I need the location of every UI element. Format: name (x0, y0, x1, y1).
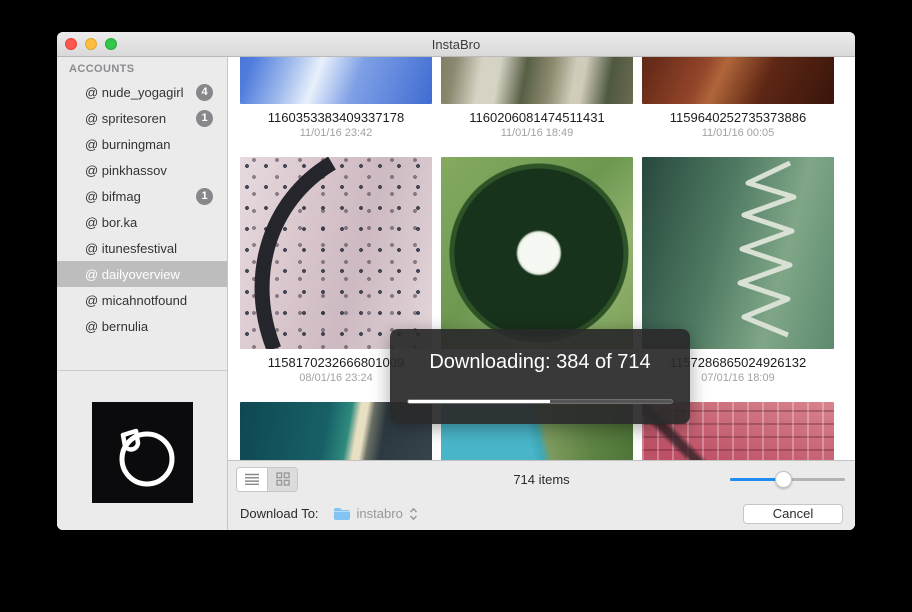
account-item[interactable]: @ spritesoren 1 (57, 105, 227, 131)
account-label: @ dailyoverview (85, 267, 180, 282)
window-title: InstaBro (57, 37, 855, 52)
download-progress-fill (408, 400, 550, 403)
toolbar: 714 items (228, 460, 855, 497)
photo-thumbnail[interactable] (240, 157, 432, 349)
photo-date: 11/01/16 23:42 (240, 126, 432, 141)
list-view-button[interactable] (237, 468, 267, 491)
photo-grid-viewport: 1160353383409337178 11/01/16 23:42 11602… (228, 57, 855, 460)
app-window: InstaBro ACCOUNTS @ nude_yogagirl 4 @ sp… (57, 32, 855, 530)
grid-view-button[interactable] (267, 468, 297, 491)
account-avatar (92, 402, 193, 503)
photo-cell: 1160353383409337178 11/01/16 23:42 (240, 57, 432, 157)
account-label: @ itunesfestival (85, 241, 177, 256)
list-view-icon (244, 473, 260, 485)
account-item[interactable]: @ micahnotfound (57, 287, 227, 313)
grid-view-icon (276, 472, 290, 486)
account-label: @ bifmag (85, 189, 141, 204)
account-label: @ bernulia (85, 319, 148, 334)
account-item[interactable]: @ itunesfestival (57, 235, 227, 261)
folder-name: instabro (357, 506, 403, 521)
account-item[interactable]: @ pinkhassov (57, 157, 227, 183)
folder-icon (333, 507, 351, 521)
photo-thumbnail[interactable] (240, 57, 432, 104)
account-label: @ nude_yogagirl (85, 85, 183, 100)
photo-thumbnail[interactable] (441, 57, 633, 104)
view-mode-segmented-control (236, 467, 298, 492)
photo-cell: 1159640252735373886 11/01/16 00:05 (642, 57, 834, 157)
road-art (240, 157, 432, 349)
account-item[interactable]: @ bifmag 1 (57, 183, 227, 209)
photo-date: 11/01/16 00:05 (642, 126, 834, 141)
photo-cell: 1160206081474511431 11/01/16 18:49 (441, 57, 633, 157)
cancel-button[interactable]: Cancel (743, 504, 843, 524)
photo-thumbnail[interactable] (642, 157, 834, 349)
download-progress-bar (407, 399, 673, 404)
photo-date: 11/01/16 18:49 (441, 126, 633, 141)
slider-thumb[interactable] (775, 471, 792, 488)
unread-badge: 4 (196, 84, 213, 101)
accounts-sidebar: ACCOUNTS @ nude_yogagirl 4 @ spritesoren… (57, 57, 228, 530)
unread-badge: 1 (196, 110, 213, 127)
account-item[interactable]: @ bernulia (57, 313, 227, 339)
photo-id: 1159640252735373886 (642, 110, 834, 126)
account-label: @ burningman (85, 137, 170, 152)
photo-id: 1160206081474511431 (441, 110, 633, 126)
account-label: @ pinkhassov (85, 163, 167, 178)
thumbnail-size-slider[interactable] (730, 471, 845, 488)
chevron-up-down-icon (409, 507, 418, 521)
download-status-text: Downloading: 384 of 714 (390, 351, 690, 374)
account-label: @ bor.ka (85, 215, 137, 230)
photo-thumbnail[interactable] (642, 57, 834, 104)
accounts-header: ACCOUNTS (57, 57, 227, 77)
account-item[interactable]: @ nude_yogagirl 4 (57, 79, 227, 105)
photo-id: 1160353383409337178 (240, 110, 432, 126)
download-folder-select[interactable]: instabro (333, 506, 418, 521)
download-to-label: Download To: (240, 506, 319, 521)
account-item[interactable]: @ bor.ka (57, 209, 227, 235)
switchback-art (642, 157, 834, 349)
bottom-bar: Download To: instabro Cancel (228, 497, 855, 530)
title-bar: InstaBro (57, 32, 855, 57)
account-item[interactable]: @ burningman (57, 131, 227, 157)
account-list: @ nude_yogagirl 4 @ spritesoren 1 @ burn… (57, 79, 227, 369)
avatar-area (57, 370, 227, 530)
account-label: @ micahnotfound (85, 293, 187, 308)
download-progress-overlay: Downloading: 384 of 714 (390, 329, 690, 424)
photo-thumbnail[interactable] (441, 157, 633, 349)
account-label: @ spritesoren (85, 111, 166, 126)
unread-badge: 1 (196, 188, 213, 205)
camera-logo-icon (92, 402, 193, 503)
account-item-selected[interactable]: @ dailyoverview (57, 261, 227, 287)
